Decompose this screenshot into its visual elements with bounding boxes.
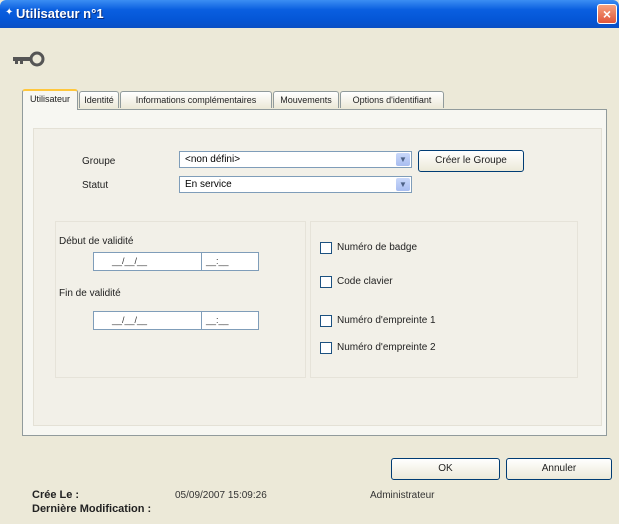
create-group-button[interactable]: Créer le Groupe bbox=[418, 150, 524, 172]
key-icon bbox=[13, 51, 45, 67]
star-icon: ✦ bbox=[5, 7, 14, 18]
statut-label: Statut bbox=[82, 180, 109, 191]
tab-identite[interactable]: Identité bbox=[79, 91, 119, 108]
debut-datetime-input[interactable]: __/__/__ __:__ bbox=[93, 252, 259, 271]
chevron-down-icon[interactable]: ▼ bbox=[396, 153, 410, 166]
empreinte-1-checkbox[interactable] bbox=[320, 315, 332, 327]
groupe-value: <non défini> bbox=[185, 154, 241, 165]
separator bbox=[201, 312, 202, 329]
code-clavier-label[interactable]: Code clavier bbox=[337, 276, 393, 287]
separator bbox=[201, 253, 202, 270]
empreinte-1-label[interactable]: Numéro d'empreinte 1 bbox=[337, 315, 436, 326]
chevron-down-icon[interactable]: ▼ bbox=[396, 178, 410, 191]
created-by: Administrateur bbox=[370, 490, 435, 501]
empreinte-2-label[interactable]: Numéro d'empreinte 2 bbox=[337, 342, 436, 353]
badge-checkbox[interactable] bbox=[320, 242, 332, 254]
close-button[interactable]: × bbox=[597, 4, 617, 24]
modified-label: Dernière Modification : bbox=[32, 503, 152, 515]
tab-utilisateur[interactable]: Utilisateur bbox=[22, 89, 78, 110]
groupe-label: Groupe bbox=[82, 156, 116, 167]
tab-mouvements[interactable]: Mouvements bbox=[273, 91, 339, 108]
window-title: Utilisateur n°1 bbox=[16, 6, 104, 21]
fin-label: Fin de validité bbox=[59, 288, 121, 299]
created-label: Crée Le : bbox=[32, 489, 80, 501]
fin-datetime-input[interactable]: __/__/__ __:__ bbox=[93, 311, 259, 330]
groupe-select[interactable]: <non défini> ▼ bbox=[179, 151, 412, 168]
debut-time[interactable]: __:__ bbox=[206, 253, 229, 270]
tab-informations[interactable]: Informations complémentaires bbox=[120, 91, 272, 108]
fin-time[interactable]: __:__ bbox=[206, 312, 229, 329]
cancel-button[interactable]: Annuler bbox=[506, 458, 612, 480]
statut-value: En service bbox=[185, 179, 232, 190]
debut-label: Début de validité bbox=[59, 236, 134, 247]
title-bar[interactable]: ✦ Utilisateur n°1 × bbox=[0, 0, 619, 28]
created-value: 05/09/2007 15:09:26 bbox=[175, 490, 267, 501]
debut-date[interactable]: __/__/__ bbox=[112, 253, 147, 270]
code-clavier-checkbox[interactable] bbox=[320, 276, 332, 288]
ok-button[interactable]: OK bbox=[391, 458, 500, 480]
tab-options-identifiant[interactable]: Options d'identifiant bbox=[340, 91, 444, 108]
empreinte-2-checkbox[interactable] bbox=[320, 342, 332, 354]
statut-select[interactable]: En service ▼ bbox=[179, 176, 412, 193]
fin-date[interactable]: __/__/__ bbox=[112, 312, 147, 329]
badge-label[interactable]: Numéro de badge bbox=[337, 242, 417, 253]
